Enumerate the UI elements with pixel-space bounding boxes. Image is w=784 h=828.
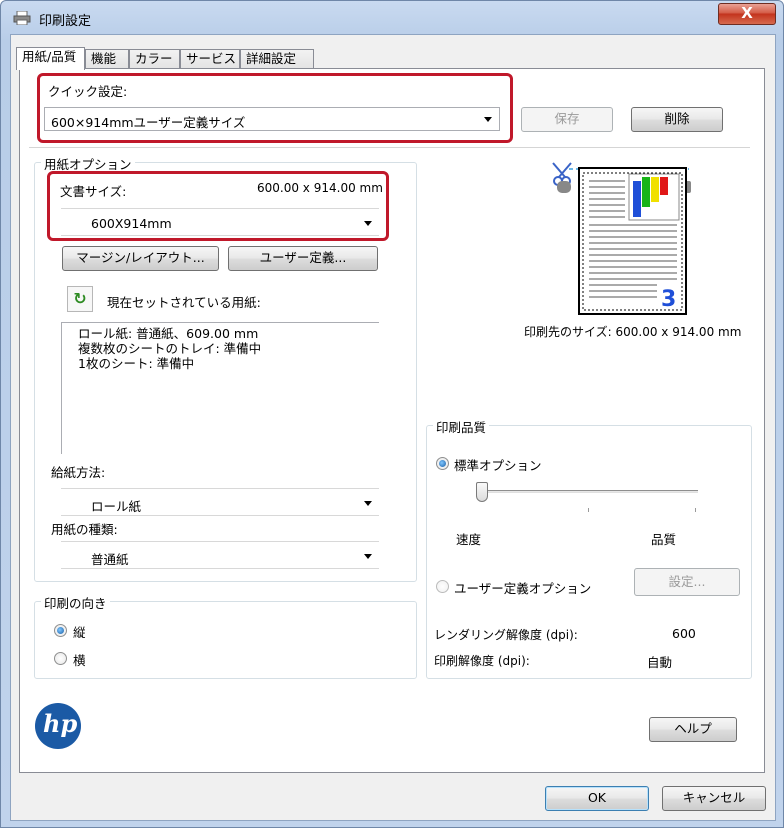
separator bbox=[29, 147, 750, 148]
print-quality-title: 印刷品質 bbox=[433, 417, 490, 436]
landscape-label[interactable]: 横 bbox=[73, 650, 86, 669]
printer-icon bbox=[13, 11, 31, 25]
orientation-group bbox=[34, 601, 417, 679]
document-size-select-value: 600X914mm bbox=[91, 216, 172, 231]
portrait-radio[interactable] bbox=[54, 624, 67, 637]
tab-services[interactable]: サービス bbox=[180, 49, 240, 69]
save-button[interactable]: 保存 bbox=[521, 107, 613, 132]
paper-source-value: ロール紙 bbox=[91, 499, 142, 514]
print-settings-window: 印刷設定 X 用紙/品質 機能 カラー サービス 詳細設定 クイック設定: 60… bbox=[0, 0, 784, 828]
close-button[interactable]: X bbox=[718, 3, 776, 25]
preview-color-bar bbox=[651, 177, 659, 202]
quality-slider-track[interactable] bbox=[479, 490, 698, 493]
preview-color-bar bbox=[633, 181, 641, 217]
paper-source-label: 給紙方法: bbox=[51, 465, 106, 480]
cancel-button[interactable]: キャンセル bbox=[662, 786, 766, 811]
document-size-select[interactable]: 600X914mm bbox=[61, 208, 379, 236]
current-paper-line: 複数枚のシートのトレイ: 準備中 bbox=[78, 341, 262, 356]
preview-page-number: 3 bbox=[661, 287, 676, 312]
chevron-down-icon bbox=[484, 117, 492, 122]
orientation-title: 印刷の向き bbox=[41, 593, 110, 612]
chevron-down-icon bbox=[364, 501, 372, 506]
output-size-label: 印刷先のサイズ: 600.00 x 914.00 mm bbox=[524, 325, 742, 339]
slider-tick bbox=[695, 508, 696, 512]
hp-logo-text: hp bbox=[43, 709, 78, 738]
preview-color-bar bbox=[642, 177, 650, 207]
speed-label: 速度 bbox=[456, 532, 482, 547]
page-preview: 3 bbox=[552, 162, 691, 315]
chevron-down-icon bbox=[364, 221, 372, 226]
ok-button[interactable]: OK bbox=[545, 786, 649, 811]
quality-slider-thumb[interactable] bbox=[476, 482, 488, 502]
help-button[interactable]: ヘルプ bbox=[649, 717, 737, 742]
tab-color[interactable]: カラー bbox=[129, 49, 180, 69]
standard-option-label[interactable]: 標準オプション bbox=[454, 455, 542, 474]
print-resolution-label: 印刷解像度 (dpi): bbox=[434, 654, 530, 668]
custom-option-label[interactable]: ユーザー定義オプション bbox=[454, 578, 591, 597]
paper-type-select[interactable]: 普通紙 bbox=[61, 541, 379, 569]
custom-size-button[interactable]: ユーザー定義... bbox=[228, 246, 378, 271]
hp-logo: hp bbox=[35, 703, 81, 749]
tab-features[interactable]: 機能 bbox=[85, 49, 129, 69]
portrait-label[interactable]: 縦 bbox=[73, 622, 86, 641]
landscape-radio[interactable] bbox=[54, 652, 67, 665]
refresh-icon[interactable]: ↻ bbox=[67, 286, 93, 312]
tab-advanced[interactable]: 詳細設定 bbox=[240, 49, 314, 69]
title-bar: 印刷設定 X bbox=[1, 1, 783, 35]
current-paper-line: ロール紙: 普通紙、609.00 mm bbox=[78, 326, 259, 341]
window-title: 印刷設定 bbox=[39, 14, 92, 29]
quick-settings-select[interactable]: 600×914mmユーザー定義サイズ bbox=[44, 107, 500, 131]
rendering-resolution-value: 600 bbox=[672, 626, 696, 641]
preview-color-bar bbox=[660, 177, 668, 195]
current-paper-label: 現在セットされている用紙: bbox=[107, 295, 261, 310]
paper-type-value: 普通紙 bbox=[91, 552, 129, 567]
document-size-value: 600.00 x 914.00 mm bbox=[257, 181, 383, 195]
print-resolution-value: 自動 bbox=[647, 655, 673, 670]
chevron-down-icon bbox=[364, 554, 372, 559]
custom-option-radio[interactable] bbox=[436, 580, 449, 593]
current-paper-line: 1枚のシート: 準備中 bbox=[78, 356, 195, 371]
current-paper-info: ロール紙: 普通紙、609.00 mm 複数枚のシートのトレイ: 準備中 1枚の… bbox=[61, 322, 379, 454]
quick-settings-label: クイック設定: bbox=[48, 84, 128, 99]
quality-label: 品質 bbox=[651, 532, 677, 547]
margin-layout-button[interactable]: マージン/レイアウト... bbox=[62, 246, 219, 271]
paper-source-select[interactable]: ロール紙 bbox=[61, 488, 379, 516]
paper-type-label: 用紙の種類: bbox=[51, 522, 118, 537]
delete-button[interactable]: 削除 bbox=[631, 107, 723, 132]
document-size-label: 文書サイズ: bbox=[60, 184, 127, 199]
rendering-resolution-label: レンダリング解像度 (dpi): bbox=[434, 628, 578, 642]
tab-paper-quality[interactable]: 用紙/品質 bbox=[16, 47, 85, 70]
quality-settings-button[interactable]: 設定... bbox=[634, 568, 740, 596]
slider-tick bbox=[588, 508, 589, 512]
standard-option-radio[interactable] bbox=[436, 457, 449, 470]
quick-settings-value: 600×914mmユーザー定義サイズ bbox=[51, 115, 246, 130]
